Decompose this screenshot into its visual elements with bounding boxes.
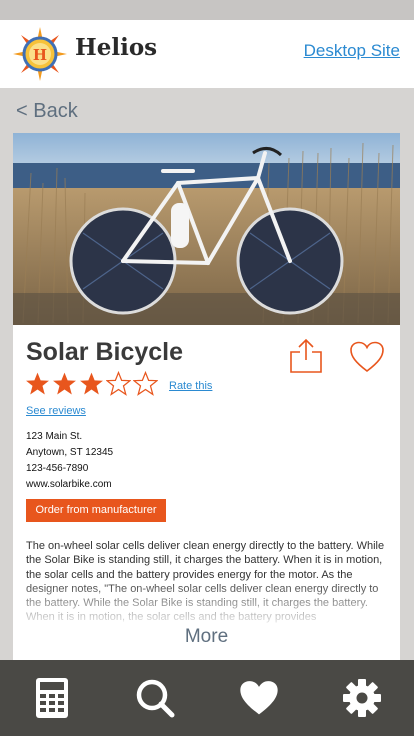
- see-reviews-link[interactable]: See reviews: [26, 405, 86, 417]
- star-empty-icon[interactable]: [133, 371, 158, 396]
- app-header: H Helios Desktop Site: [0, 20, 414, 88]
- search-icon[interactable]: [135, 678, 175, 718]
- tab-settings[interactable]: [340, 676, 384, 720]
- manufacturer-address: 123 Main St. Anytown, ST 12345 123-456-7…: [26, 429, 113, 493]
- back-button[interactable]: < Back: [16, 100, 78, 123]
- desktop-site-link[interactable]: Desktop Site: [304, 41, 400, 61]
- star-filled-icon[interactable]: [52, 371, 77, 396]
- bottom-tab-bar: [0, 660, 414, 736]
- more-button[interactable]: More: [13, 626, 400, 648]
- star-filled-icon[interactable]: [25, 371, 50, 396]
- star-rating[interactable]: [25, 371, 158, 397]
- share-icon[interactable]: [289, 338, 323, 374]
- brand-name: Helios: [75, 34, 158, 61]
- tab-search[interactable]: [133, 676, 177, 720]
- tab-favorites[interactable]: [237, 676, 281, 720]
- favorite-heart-icon[interactable]: [349, 341, 385, 373]
- address-city: Anytown, ST 12345: [26, 447, 114, 458]
- logo-letter: H: [33, 46, 47, 64]
- description-fade: [13, 578, 400, 628]
- heart-icon[interactable]: [238, 679, 280, 717]
- product-photo: [13, 133, 400, 325]
- helios-logo: H: [13, 27, 67, 81]
- star-empty-icon[interactable]: [106, 371, 131, 396]
- star-filled-icon[interactable]: [79, 371, 104, 396]
- order-from-manufacturer-button[interactable]: Order from manufacturer: [26, 499, 166, 522]
- calculator-icon[interactable]: [35, 677, 69, 719]
- product-title: Solar Bicycle: [26, 338, 184, 366]
- gear-icon[interactable]: [342, 678, 382, 718]
- status-bar: [0, 0, 414, 20]
- rate-this-link[interactable]: Rate this: [169, 380, 212, 392]
- product-card: Solar Bicycle Rate this See reviews 123 …: [13, 133, 400, 660]
- address-website: www.solarbike.com: [26, 479, 112, 490]
- tab-calculator[interactable]: [30, 676, 74, 720]
- address-phone: 123-456-7890: [26, 463, 89, 474]
- address-street: 123 Main St.: [26, 431, 83, 442]
